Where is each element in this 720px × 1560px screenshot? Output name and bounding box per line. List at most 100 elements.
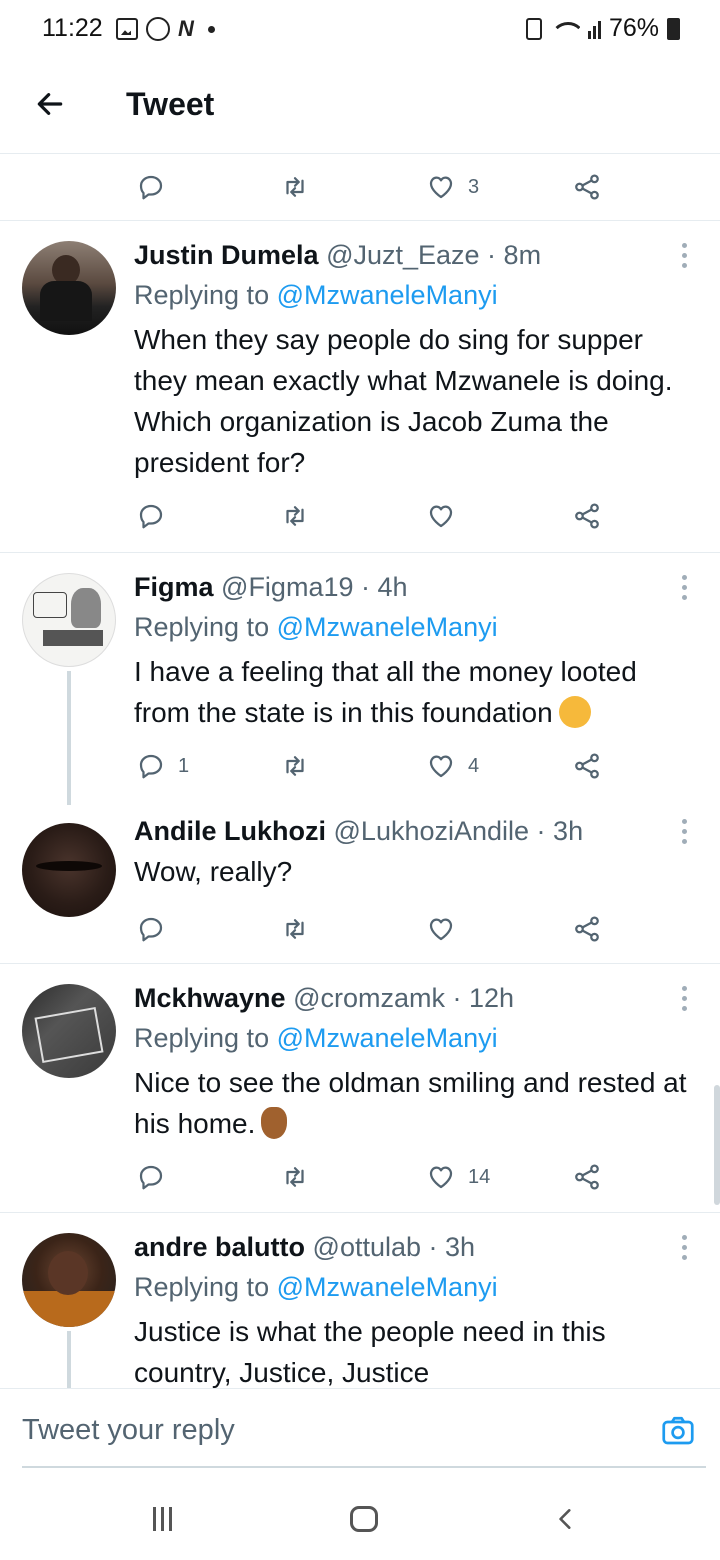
mention-link[interactable]: @MzwaneleManyi: [277, 1023, 498, 1053]
tweet-text: When they say people do sing for supper …: [134, 324, 673, 478]
share-icon: [575, 753, 599, 779]
recent-apps-button[interactable]: [142, 1504, 182, 1534]
mention-link[interactable]: @MzwaneleManyi: [277, 1272, 498, 1302]
like-button[interactable]: 14: [426, 1144, 490, 1210]
tweet[interactable]: Justin Dumela @Juzt_Eaze · 8m Replying t…: [0, 221, 720, 552]
retweet-icon: [286, 919, 304, 939]
share-icon: [575, 916, 599, 942]
retweet-button[interactable]: [280, 154, 310, 220]
retweet-icon: [286, 177, 304, 197]
back-button[interactable]: [30, 84, 70, 124]
share-icon: [575, 503, 599, 529]
system-back-button[interactable]: [546, 1504, 586, 1534]
chevron-left-icon: [559, 1509, 571, 1529]
author-handle[interactable]: @Figma19: [221, 572, 353, 602]
author-name[interactable]: Andile Lukhozi: [134, 816, 326, 846]
avatar[interactable]: [22, 573, 116, 667]
retweet-button[interactable]: [280, 483, 310, 549]
reply-button[interactable]: [136, 1144, 178, 1210]
retweet-button[interactable]: [280, 1144, 310, 1210]
replying-to: Replying to @MzwaneleManyi: [134, 275, 698, 315]
reply-icon: [139, 175, 163, 200]
tweet-time: 8m: [503, 240, 542, 270]
tweet-actions: 3: [0, 154, 720, 220]
tweet-header: Justin Dumela @Juzt_Eaze · 8m: [134, 240, 542, 270]
like-button[interactable]: [426, 483, 468, 549]
retweet-icon: [286, 756, 304, 776]
reply-input[interactable]: [22, 1409, 622, 1451]
share-button[interactable]: [572, 896, 602, 962]
heart-icon: [429, 505, 453, 528]
tweet-time: 3h: [445, 1232, 476, 1262]
reply-button[interactable]: [136, 896, 178, 962]
tweet-time: 3h: [553, 816, 584, 846]
heart-icon: [429, 755, 453, 778]
tweet-text-block: Nice to see the oldman smiling and reste…: [134, 1062, 698, 1144]
tweet-actions: 14: [0, 1144, 720, 1210]
reply-icon: [139, 754, 163, 779]
tweet-text: Nice to see the oldman smiling and reste…: [134, 1067, 687, 1139]
like-button[interactable]: 3: [426, 154, 479, 220]
share-button[interactable]: [572, 154, 602, 220]
retweet-icon: [286, 506, 304, 526]
reply-icon: [139, 1165, 163, 1190]
tweet[interactable]: Andile Lukhozi @LukhoziAndile · 3h Wow, …: [0, 801, 720, 963]
tweet[interactable]: Figma @Figma19 · 4h Replying to @Mzwanel…: [0, 553, 720, 805]
share-button[interactable]: [572, 733, 602, 799]
battery-saver-icon: [525, 17, 542, 40]
retweet-button[interactable]: [280, 733, 310, 799]
author-name[interactable]: andre balutto: [134, 1232, 305, 1262]
reply-button[interactable]: [136, 483, 178, 549]
tweet[interactable]: Mckhwayne @cromzamk · 12h Replying to @M…: [0, 964, 720, 1212]
mention-link[interactable]: @MzwaneleManyi: [277, 612, 498, 642]
avatar[interactable]: [22, 241, 116, 335]
battery-percent: 76%: [608, 14, 659, 42]
replying-to: Replying to @MzwaneleManyi: [134, 1018, 698, 1058]
author-handle[interactable]: @Juzt_Eaze: [326, 240, 479, 270]
tweet-actions: 1 4: [0, 733, 720, 799]
system-navigation-bar: [0, 1468, 720, 1560]
tweet-header: andre balutto @ottulab · 3h: [134, 1232, 476, 1262]
like-button[interactable]: [426, 896, 468, 962]
reply-count: 1: [178, 754, 190, 777]
gallery-icon: [116, 18, 138, 40]
arrow-left-icon: [37, 93, 63, 115]
author-name[interactable]: Justin Dumela: [134, 240, 319, 270]
tweet-header: Figma @Figma19 · 4h: [134, 572, 408, 602]
home-button[interactable]: [344, 1504, 384, 1534]
retweet-button[interactable]: [280, 896, 310, 962]
author-name[interactable]: Mckhwayne: [134, 983, 286, 1013]
status-bar: 11:22 N 76%: [0, 0, 720, 60]
like-button[interactable]: 4: [426, 733, 479, 799]
heart-icon: [429, 918, 453, 941]
reply-composer: [0, 1388, 720, 1468]
share-button[interactable]: [572, 483, 602, 549]
share-button[interactable]: [572, 1144, 602, 1210]
replying-to-label: Replying to: [134, 280, 270, 310]
mention-link[interactable]: @MzwaneleManyi: [277, 280, 498, 310]
tweet-header: Andile Lukhozi @LukhoziAndile · 3h: [134, 816, 584, 846]
thread-line: [67, 1331, 71, 1388]
reply-button[interactable]: [136, 154, 166, 220]
camera-icon[interactable]: [660, 1413, 696, 1449]
thinking-face-icon: [558, 696, 591, 728]
status-time: 11:22: [42, 14, 103, 42]
retweet-icon: [286, 1167, 304, 1187]
avatar[interactable]: [22, 1233, 116, 1327]
tweet-feed[interactable]: 3 Justin Dumela @Juzt_Eaze · 8m Replying…: [0, 154, 720, 1388]
heart-icon: [429, 1166, 453, 1189]
scrollbar-thumb[interactable]: [714, 1085, 720, 1205]
news-icon: N: [178, 16, 194, 41]
notification-icons: N: [116, 16, 215, 42]
author-handle[interactable]: @LukhoziAndile: [334, 816, 530, 846]
author-handle[interactable]: @ottulab: [313, 1232, 421, 1262]
avatar[interactable]: [22, 984, 116, 1078]
tweet[interactable]: andre balutto @ottulab · 3h Replying to …: [0, 1213, 720, 1388]
wifi-icon: [550, 18, 580, 40]
author-name[interactable]: Figma: [134, 572, 214, 602]
author-handle[interactable]: @cromzamk: [293, 983, 445, 1013]
reply-icon: [139, 917, 163, 942]
tweet-time: 12h: [469, 983, 515, 1013]
reply-button[interactable]: 1: [136, 733, 189, 799]
top-app-bar: Tweet: [0, 70, 720, 154]
